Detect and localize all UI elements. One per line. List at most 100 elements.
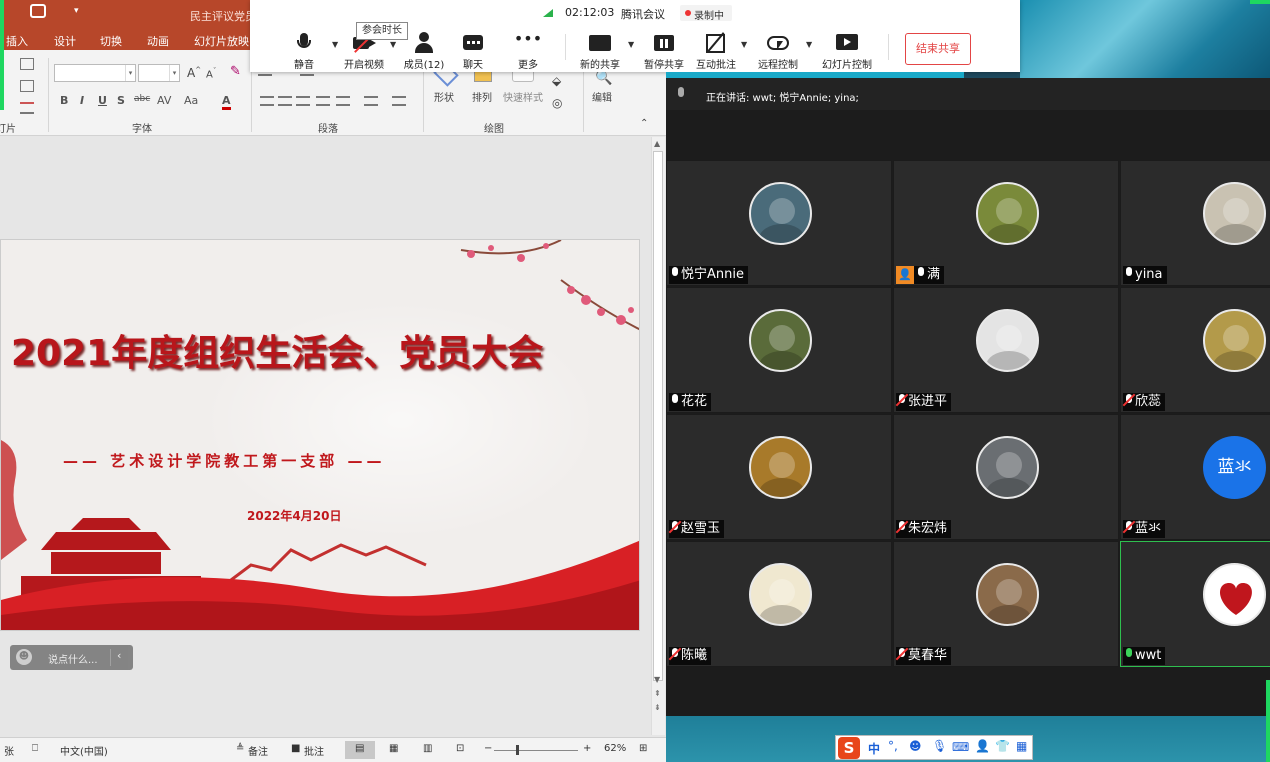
notes-button[interactable]: 备注 [248, 743, 268, 758]
remote-control-button[interactable]: 远程控制 [748, 32, 808, 71]
font-name-combo[interactable]: ▾ [54, 64, 136, 82]
end-share-button[interactable]: 结束共享 [905, 33, 971, 65]
change-case-button[interactable]: Aa [184, 94, 198, 107]
shadow-button[interactable]: S [117, 94, 125, 107]
scroll-up-icon[interactable]: ▲ [654, 139, 660, 148]
zoom-in-icon[interactable]: + [583, 743, 591, 754]
slide-title[interactable]: 2021年度组织生活会、党员大会 [11, 324, 591, 376]
annotate-dropdown-icon[interactable]: ▼ [741, 40, 747, 49]
tab-transitions[interactable]: 切换 [100, 33, 122, 49]
arrange-button[interactable]: 排列 [472, 89, 492, 104]
remote-dropdown-icon[interactable]: ▼ [806, 40, 812, 49]
font-size-combo[interactable]: ▾ [138, 64, 180, 82]
mute-button[interactable]: 静音 [274, 32, 334, 71]
tab-slideshow[interactable]: 幻灯片放映 [194, 33, 249, 49]
collapse-ribbon-icon[interactable]: ⌃ [640, 118, 648, 129]
prev-slide-icon[interactable]: ⇞ [654, 689, 661, 698]
section-icon[interactable] [20, 102, 34, 114]
participant-tile[interactable]: 悦宁Annie [666, 160, 892, 286]
tab-animations[interactable]: 动画 [147, 33, 169, 49]
pause-share-button[interactable]: 暂停共享 [634, 32, 694, 71]
new-share-button[interactable]: 新的共享 [570, 32, 630, 71]
slideshow-icon[interactable]: ⊡ [456, 743, 464, 754]
slide-sorter-icon[interactable]: ▦ [389, 743, 398, 754]
shape-fill-icon[interactable]: ⬙ [552, 74, 561, 88]
emoji-icon[interactable]: ☻ [16, 649, 32, 665]
slide-control-button[interactable]: 幻灯片控制 [817, 32, 877, 71]
collapse-chevron-icon[interactable]: ‹ [117, 649, 121, 662]
mic-muted-icon [895, 393, 909, 407]
participant-tile[interactable]: yina [1120, 160, 1270, 286]
align-left-icon[interactable] [260, 96, 274, 106]
participant-tile[interactable]: 👤 满 [893, 160, 1119, 286]
ime-language[interactable]: 中 [868, 740, 880, 757]
clear-format-icon[interactable]: ✎ [230, 64, 241, 79]
align-center-icon[interactable] [278, 96, 292, 106]
fit-slide-icon[interactable]: ⊞ [639, 743, 647, 754]
next-slide-icon[interactable]: ⇟ [654, 703, 661, 712]
shrink-font-icon[interactable]: Aˇ [206, 67, 216, 80]
text-direction-icon[interactable] [392, 96, 406, 106]
align-right-icon[interactable] [296, 96, 310, 106]
line-spacing-icon[interactable] [364, 96, 378, 106]
qat-dropdown-icon[interactable]: ▾ [74, 6, 79, 16]
zoom-level[interactable]: 62% [604, 743, 626, 754]
participant-tile[interactable]: 朱宏炜 [893, 414, 1119, 540]
punctuation-icon[interactable]: °, [888, 739, 898, 753]
participant-tile[interactable]: 张进平 [893, 287, 1119, 413]
layout-icon[interactable] [20, 58, 34, 70]
voice-icon[interactable]: 🎙 [932, 739, 947, 753]
shape-outline-icon[interactable]: ◎ [552, 96, 562, 110]
italic-button[interactable]: I [80, 94, 84, 107]
participant-tile[interactable]: 赵雪玉 [666, 414, 892, 540]
say-something-placeholder[interactable]: 说点什么... [48, 651, 98, 666]
shape-button[interactable]: 形状 [434, 89, 454, 104]
skin-icon[interactable]: 👕 [995, 739, 1010, 753]
zoom-out-icon[interactable]: − [484, 743, 492, 754]
scroll-down-icon[interactable]: ▼ [654, 675, 660, 684]
emoji-icon[interactable]: ☻ [909, 739, 922, 753]
char-spacing-button[interactable]: AV [157, 94, 171, 107]
tab-design[interactable]: 设计 [54, 33, 76, 49]
user-icon[interactable]: 👤 [975, 739, 990, 753]
tab-insert[interactable]: 插入 [6, 33, 28, 49]
font-color-button[interactable]: A [222, 94, 231, 110]
columns-icon[interactable] [336, 96, 350, 106]
sogou-logo-icon[interactable]: S [838, 737, 860, 759]
grow-font-icon[interactable]: A^ [187, 66, 201, 80]
zoom-slider[interactable] [494, 750, 578, 751]
justify-icon[interactable] [316, 96, 330, 106]
underline-button[interactable]: U [98, 94, 107, 107]
language-indicator[interactable]: 中文(中国) [60, 743, 108, 758]
say-something-box[interactable]: ☻ 说点什么... ‹ [10, 645, 133, 670]
vertical-scrollbar[interactable]: ▲ ▼ ⇞ ⇟ [651, 137, 665, 735]
participant-tile[interactable]: 蓝氺 蓝氺 [1120, 414, 1270, 540]
participant-tile[interactable]: wwt [1120, 541, 1270, 667]
quick-style-button[interactable]: 快速样式 [503, 89, 543, 104]
keyboard-icon[interactable]: ⌨ [952, 740, 969, 754]
participant-tile[interactable]: 欣蕊 [1120, 287, 1270, 413]
edit-button[interactable]: 编辑 [592, 89, 612, 104]
spellcheck-icon[interactable]: ⎕ [32, 743, 38, 754]
more-button[interactable]: ••• 更多 [498, 31, 558, 72]
bold-button[interactable]: B [60, 94, 68, 107]
annotate-button[interactable]: 互动批注 [686, 32, 746, 71]
chat-button[interactable]: 聊天 [443, 32, 503, 71]
scroll-thumb[interactable] [653, 151, 663, 681]
participant-tile[interactable]: 莫春华 [893, 541, 1119, 667]
participant-tile[interactable]: 花花 [666, 287, 892, 413]
strike-button[interactable]: abc [134, 94, 150, 104]
toolbox-icon[interactable]: ▦ [1016, 739, 1027, 753]
slide[interactable]: 2021年度组织生活会、党员大会 —— 艺术设计学院教工第一支部 —— 2022… [0, 239, 640, 631]
zoom-slider-thumb[interactable] [516, 745, 519, 755]
participant-tile[interactable]: 陈曦 [666, 541, 892, 667]
reading-view-icon[interactable]: ▥ [423, 743, 432, 754]
comments-button[interactable]: 批注 [304, 743, 324, 758]
slide-subtitle[interactable]: —— 艺术设计学院教工第一支部 —— [63, 450, 583, 471]
ime-toolbar[interactable]: S 中 °, ☻ 🎙 ⌨ 👤 👕 ▦ [835, 735, 1033, 760]
slide-date[interactable]: 2022年4月20日 [247, 507, 341, 524]
qat-icon[interactable] [30, 4, 46, 18]
reset-icon[interactable] [20, 80, 34, 92]
edit-icon[interactable]: 🔍 [595, 70, 612, 86]
collapse-chevron-icon[interactable] [110, 649, 111, 666]
